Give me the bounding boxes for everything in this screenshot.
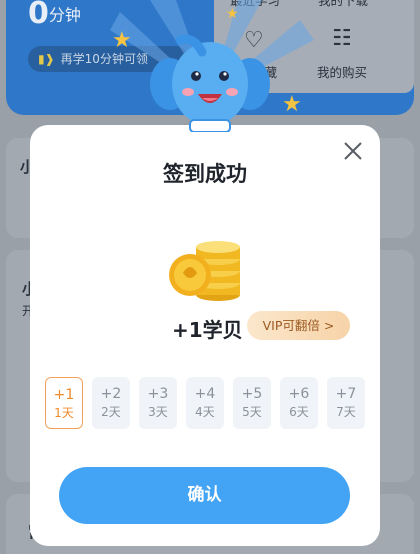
star-icon: ★ (226, 6, 239, 22)
day-label: 6天 (289, 405, 309, 419)
day-item-3: +3 3天 (139, 377, 177, 429)
day-item-1: +1 1天 (45, 377, 83, 429)
day-streak-row: +1 1天 +2 2天 +3 3天 +4 4天 +5 5天 +6 6天 +7 7… (45, 377, 365, 429)
day-label: 4天 (195, 405, 215, 419)
day-points: +4 (194, 386, 216, 402)
day-label: 3天 (148, 405, 168, 419)
day-item-6: +6 6天 (280, 377, 318, 429)
day-points: +6 (288, 386, 310, 402)
close-icon[interactable] (341, 139, 365, 163)
day-points: +7 (335, 386, 357, 402)
reward-amount: +1学贝 (172, 318, 243, 342)
day-item-2: +2 2天 (92, 377, 130, 429)
star-icon: ★ (282, 92, 302, 117)
star-icon: ★ (112, 28, 132, 53)
day-label: 1天 (54, 406, 74, 420)
day-item-4: +4 4天 (186, 377, 224, 429)
modal-overlay: ★ ★ ★ 签到成功 +1学贝 VIP可翻倍 > +1 1天 +2 2天 +3 … (0, 0, 420, 554)
day-points: +5 (241, 386, 263, 402)
day-label: 7天 (336, 405, 356, 419)
day-points: +2 (100, 386, 122, 402)
day-points: +1 (53, 387, 75, 403)
day-label: 2天 (101, 405, 121, 419)
day-item-5: +5 5天 (233, 377, 271, 429)
dialog-title: 签到成功 (163, 162, 247, 186)
vip-double-button[interactable]: VIP可翻倍 > (247, 311, 350, 340)
day-item-7: +7 7天 (327, 377, 365, 429)
confirm-button[interactable]: 确认 (59, 467, 350, 524)
day-label: 5天 (242, 405, 262, 419)
sign-in-dialog: 签到成功 +1学贝 VIP可翻倍 > +1 1天 +2 2天 +3 3天 +4 … (30, 125, 380, 546)
coin-stack-icon (169, 241, 240, 301)
day-points: +3 (147, 386, 169, 402)
elephant-mascot (150, 34, 270, 132)
